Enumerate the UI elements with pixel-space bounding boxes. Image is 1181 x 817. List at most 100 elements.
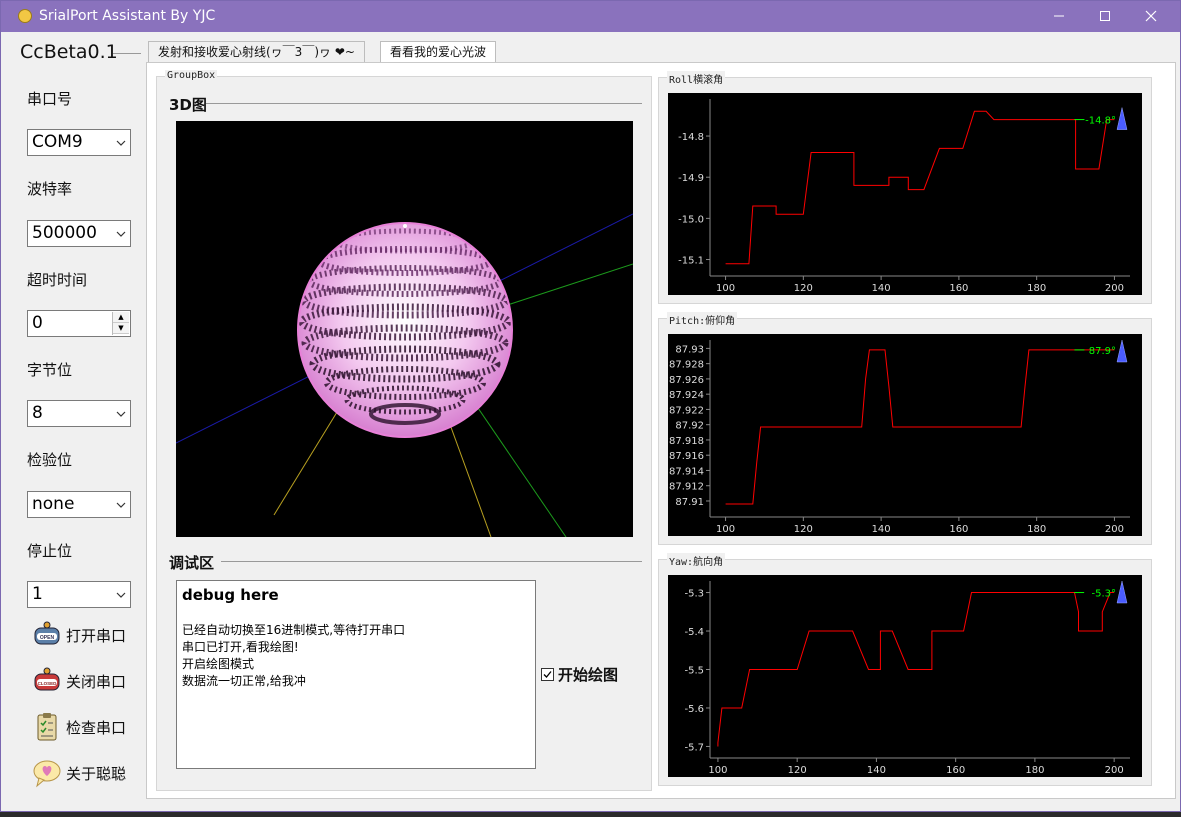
y-tick-label: -5.3 bbox=[684, 589, 704, 600]
pitch-plot[interactable]: 87.93 87.928 87.926 87.924 87.922 87.92 87.918… bbox=[668, 334, 1142, 536]
baud-select[interactable]: 500000 bbox=[27, 220, 131, 247]
close-port-button[interactable]: CLOSED 关闭串口 bbox=[29, 663, 139, 699]
x-tick-label: 160 bbox=[949, 524, 968, 535]
chevron-down-icon bbox=[116, 231, 126, 237]
timeout-value: 0 bbox=[32, 313, 43, 333]
maximize-icon bbox=[1100, 11, 1110, 21]
plot-svg: -14.8 -14.9 -15.0 -15.1 100 120 140 160 180 200 -1… bbox=[678, 99, 1130, 294]
y-tick-label: -5.7 bbox=[684, 742, 704, 753]
x-tick-label: 160 bbox=[946, 765, 965, 776]
debug-line: 数据流一切正常,给我冲 bbox=[182, 674, 306, 688]
y-tick-label: 87.926 bbox=[669, 375, 704, 386]
open-port-button[interactable]: OPEN 打开串口 bbox=[29, 617, 139, 653]
about-button[interactable]: 关于聪聪 bbox=[29, 755, 139, 791]
debug-textarea[interactable]: debug here 已经自动切换至16进制模式,等待打开串口 串口已打开,看我… bbox=[176, 580, 536, 769]
y-tick-label: 87.924 bbox=[669, 390, 704, 401]
x-tick-label: 200 bbox=[1105, 524, 1124, 535]
debug-divider bbox=[221, 561, 642, 562]
stopbits-value: 1 bbox=[32, 584, 43, 604]
debug-line: 开启绘图模式 bbox=[182, 657, 255, 671]
baud-label: 波特率 bbox=[27, 180, 73, 198]
start-plot-checkbox[interactable]: 开始绘图 bbox=[541, 664, 618, 685]
parity-label: 检验位 bbox=[27, 451, 73, 469]
minimize-button[interactable] bbox=[1036, 1, 1082, 32]
y-tick-label: 87.922 bbox=[669, 405, 704, 416]
svg-text:OPEN: OPEN bbox=[40, 635, 55, 641]
y-tick-label: -5.6 bbox=[684, 704, 704, 715]
heart-bubble-icon bbox=[33, 760, 61, 788]
debug-heading: debug here bbox=[182, 586, 279, 604]
title-bar[interactable]: SrialPort Assistant By YJC bbox=[1, 1, 1180, 32]
start-plot-label: 开始绘图 bbox=[558, 666, 619, 684]
check-port-button[interactable]: 检查串口 bbox=[29, 709, 139, 745]
y-tick-label: 87.92 bbox=[675, 421, 704, 432]
checkbox-box[interactable] bbox=[541, 668, 554, 681]
close-icon bbox=[1145, 10, 1157, 22]
debug-line: 已经自动切换至16进制模式,等待打开串口 bbox=[182, 623, 406, 637]
y-tick-label: 87.928 bbox=[669, 360, 704, 371]
chevron-down-icon bbox=[116, 140, 126, 146]
robot-open-icon: OPEN bbox=[34, 621, 60, 645]
x-tick-label: 120 bbox=[788, 765, 807, 776]
close-button[interactable] bbox=[1128, 1, 1174, 32]
parity-select[interactable]: none bbox=[27, 491, 131, 518]
y-tick-label: -15.1 bbox=[678, 256, 704, 267]
spin-down-button[interactable]: ▼ bbox=[113, 323, 129, 334]
port-select[interactable]: COM9 bbox=[27, 129, 131, 156]
y-tick-label: -14.8 bbox=[678, 132, 704, 143]
y-tick-label: -14.9 bbox=[678, 173, 704, 184]
baud-value: 500000 bbox=[32, 223, 97, 243]
yaw-title: Yaw:航向角 bbox=[667, 553, 726, 568]
y-tick-label: -5.4 bbox=[684, 627, 704, 638]
about-label: 关于聪聪 bbox=[66, 765, 127, 783]
app-window: SrialPort Assistant By YJC CcBeta0.1 串口号… bbox=[0, 0, 1181, 812]
x-tick-label: 200 bbox=[1105, 765, 1124, 776]
debug-title: 调试区 bbox=[169, 552, 219, 573]
x-tick-label: 180 bbox=[1027, 524, 1046, 535]
x-tick-label: 180 bbox=[1027, 283, 1046, 294]
y-tick-label: 87.912 bbox=[669, 482, 704, 493]
x-tick-label: 120 bbox=[794, 283, 813, 294]
plot-svg: -5.3 -5.4 -5.5 -5.6 -5.7 100 120 140 160 180 200 -5… bbox=[684, 580, 1130, 776]
timeout-label: 超时时间 bbox=[27, 271, 88, 289]
version-label: CcBeta0.1 bbox=[20, 41, 118, 63]
port-value: COM9 bbox=[32, 132, 83, 152]
3d-scene bbox=[176, 213, 633, 537]
window-title: SrialPort Assistant By YJC bbox=[39, 8, 216, 24]
x-tick-label: 120 bbox=[794, 524, 813, 535]
check-port-label: 检查串口 bbox=[66, 719, 127, 737]
stopbits-select[interactable]: 1 bbox=[27, 581, 131, 608]
roll-plot[interactable]: -14.8 -14.9 -15.0 -15.1 100 120 140 160 180 200 -1… bbox=[668, 93, 1142, 295]
debug-line: 串口已打开,看我绘图! bbox=[182, 640, 299, 654]
tab-heart-wave[interactable]: 看看我的爱心光波 bbox=[380, 41, 497, 64]
x-tick-label: 200 bbox=[1105, 283, 1124, 294]
3d-view[interactable] bbox=[176, 121, 633, 537]
marker-triangle bbox=[1116, 107, 1128, 130]
groupbox-title: GroupBox bbox=[165, 70, 218, 81]
maximize-button[interactable] bbox=[1082, 1, 1128, 32]
minimize-icon bbox=[1054, 15, 1064, 17]
chevron-down-icon bbox=[116, 411, 126, 417]
x-tick-label: 140 bbox=[872, 524, 891, 535]
y-tick-label: 87.91 bbox=[675, 497, 704, 508]
view3d-title: 3D图 bbox=[169, 94, 211, 115]
app-icon bbox=[18, 9, 32, 23]
timeout-spinbox[interactable]: 0 ▲ ▼ bbox=[27, 310, 131, 337]
yaw-plot[interactable]: -5.3 -5.4 -5.5 -5.6 -5.7 100 120 140 160 180 200 -5… bbox=[668, 575, 1142, 777]
series-line bbox=[725, 110, 1115, 265]
y-tick-label: 87.914 bbox=[669, 466, 704, 477]
bytesize-label: 字节位 bbox=[27, 361, 73, 379]
version-divider bbox=[113, 53, 141, 54]
close-port-label: 关闭串口 bbox=[66, 673, 127, 691]
y-tick-label: 87.93 bbox=[675, 344, 704, 355]
readout-label: -14.8° bbox=[1085, 116, 1116, 127]
x-tick-label: 140 bbox=[872, 283, 891, 294]
spin-up-button[interactable]: ▲ bbox=[113, 312, 129, 323]
tab-send-receive[interactable]: 发射和接收爱心射线(ヮ￣3￣)ヮ ❤~ bbox=[148, 41, 365, 63]
y-tick-label: 87.918 bbox=[669, 436, 704, 447]
series-line bbox=[717, 592, 1115, 747]
x-tick-label: 140 bbox=[867, 765, 886, 776]
parity-value: none bbox=[32, 494, 75, 514]
svg-text:CLOSED: CLOSED bbox=[38, 681, 58, 686]
bytesize-select[interactable]: 8 bbox=[27, 400, 131, 427]
